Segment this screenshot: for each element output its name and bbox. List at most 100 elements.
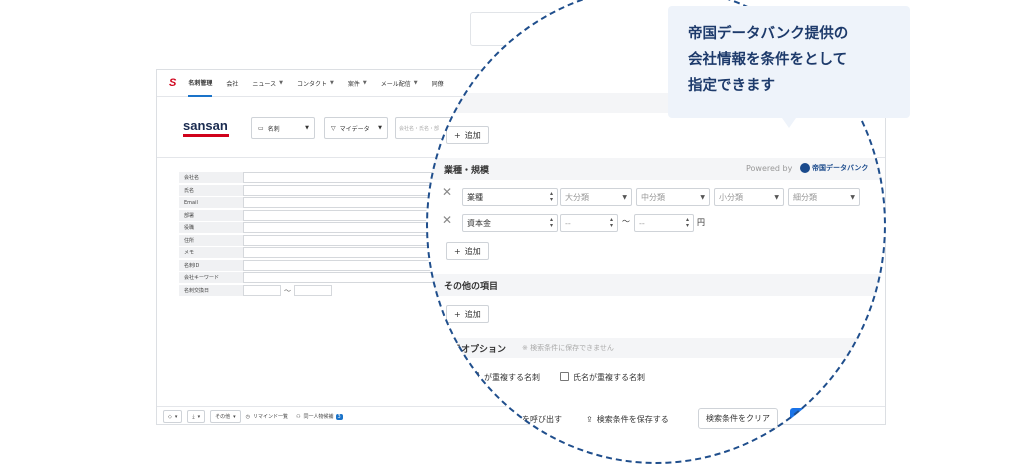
- nav-item-company[interactable]: 会社: [226, 70, 238, 97]
- select-value: 業種: [467, 192, 483, 202]
- nav-item-deals[interactable]: 案件 ▼: [348, 70, 367, 97]
- save-label: 検索条件を保存する: [596, 415, 669, 424]
- caret-down-icon: ▾: [233, 413, 236, 420]
- options-note: ※ 検索条件に保存できません: [522, 344, 614, 352]
- clear-conditions-button[interactable]: 検索条件をクリア: [698, 408, 778, 429]
- capital-min-select[interactable]: -- ▴ ▾: [560, 214, 618, 232]
- close-icon[interactable]: ✕: [442, 213, 452, 227]
- caret-down-icon: ▾: [174, 413, 178, 420]
- add-industry-condition-button[interactable]: + 追加: [446, 242, 489, 260]
- updown-icon: ▴ ▾: [609, 216, 613, 229]
- select-value: 中分類: [641, 192, 665, 202]
- tag-button[interactable]: ◇ ▾: [163, 410, 183, 423]
- chevron-down-icon: ▼: [622, 193, 627, 201]
- range-separator: 〜: [284, 286, 291, 295]
- duplicate-company-checkbox[interactable]: [470, 372, 479, 381]
- select-value: 資本金: [467, 218, 491, 228]
- range-separator: 〜: [622, 217, 630, 226]
- duplicate-name-label: 氏名が重複する名刺: [573, 373, 645, 382]
- middle-class-select[interactable]: 中分類 ▼: [636, 188, 710, 206]
- tdb-logo: 帝国データバンク: [800, 163, 868, 173]
- nav-item-news[interactable]: ニュース ▼: [252, 70, 283, 97]
- tooltip-line: 会社情報を条件をとして: [688, 52, 848, 68]
- save-conditions-button[interactable]: ⇪ 検索条件を保存する: [586, 414, 669, 425]
- search-submit-button[interactable]: [790, 408, 810, 429]
- provider-logo-text: 帝国データバンク: [812, 164, 869, 172]
- field-label: 部署: [179, 209, 243, 222]
- brand-mark[interactable]: S: [169, 77, 176, 89]
- save-icon: ⇪: [586, 415, 593, 424]
- field-label: 住所: [179, 234, 243, 247]
- same-person-link[interactable]: ⚇ 同一人物候補 3: [296, 413, 343, 420]
- card-type-select[interactable]: ▭ 名刺 ▼: [251, 117, 315, 139]
- detail-class-select[interactable]: 細分類 ▼: [788, 188, 860, 206]
- field-label: 会社キーワード: [179, 272, 243, 284]
- select-value: --: [639, 218, 645, 228]
- capital-max-select[interactable]: -- ▴ ▾: [634, 214, 694, 232]
- powered-by-label: Powered by: [746, 164, 793, 173]
- nav-label: ニュース: [252, 80, 277, 88]
- field-label: 名刺交換日: [179, 284, 243, 297]
- minor-class-select[interactable]: 小分類 ▼: [714, 188, 784, 206]
- chevron-down-icon: ▼: [850, 193, 855, 201]
- industry-scale-heading: 業種・規模: [444, 165, 490, 176]
- plus-icon: +: [454, 309, 461, 319]
- card-icon: ▭: [258, 124, 264, 132]
- updown-icon: ▴ ▾: [549, 216, 553, 229]
- other-items-heading: その他の項目: [444, 281, 499, 292]
- major-class-select[interactable]: 大分類 ▼: [560, 188, 632, 206]
- caret-down-icon: ▼: [362, 80, 367, 86]
- select-value: 大分類: [565, 192, 589, 202]
- nav-item-card-management[interactable]: 名刺管理: [188, 70, 213, 97]
- select-value: 細分類: [793, 192, 817, 202]
- select-value: --: [565, 218, 571, 228]
- duplicate-company-label: が重複する名刺: [484, 373, 540, 382]
- download-button[interactable]: ⤓ ▾: [187, 410, 206, 423]
- tooltip-line: 帝国データバンク提供の: [688, 26, 849, 42]
- caret-down-icon: ▾: [197, 413, 201, 420]
- tooltip-line: 指定できます: [688, 78, 775, 94]
- filter-icon: ▽: [331, 124, 336, 132]
- caret-down-icon: ▼: [305, 125, 309, 131]
- add-condition-button[interactable]: + 追加: [446, 126, 489, 144]
- field-label: 会社名: [179, 172, 243, 184]
- exchange-date-range: 〜: [243, 285, 332, 297]
- field-label: 氏名: [179, 184, 243, 197]
- date-from-field[interactable]: [243, 285, 281, 296]
- callout-tooltip: 帝国データバンク提供の 会社情報を条件をとして 指定できます: [668, 6, 910, 118]
- display-options-heading: 示オプション: [452, 344, 507, 355]
- date-to-field[interactable]: [294, 285, 332, 296]
- nav-label: 案件: [347, 80, 360, 88]
- nav-item-contact[interactable]: コンタクト ▼: [297, 70, 334, 97]
- close-icon[interactable]: ✕: [442, 185, 452, 199]
- logo-underline: [183, 134, 229, 137]
- select-value: 小分類: [719, 192, 743, 202]
- add-label: 追加: [464, 130, 481, 140]
- tag-icon: ◇: [168, 413, 172, 420]
- data-filter-select[interactable]: ▽ マイデータ ▼: [324, 117, 388, 139]
- remind-label: リマインド一覧: [253, 414, 289, 420]
- remind-list-link[interactable]: ◷ リマインド一覧: [245, 413, 289, 421]
- load-conditions-link[interactable]: 件を呼び出す: [514, 414, 562, 425]
- caret-down-icon: ▼: [279, 80, 283, 86]
- capital-select[interactable]: 資本金 ▴ ▾: [462, 214, 558, 232]
- card-select-value: 名刺: [267, 125, 280, 133]
- duplicate-name-checkbox[interactable]: [560, 372, 569, 381]
- add-label: 追加: [464, 309, 481, 319]
- updown-icon: ▴ ▾: [685, 216, 689, 229]
- filter-select-value: マイデータ: [339, 125, 370, 133]
- count-badge: 3: [335, 413, 343, 420]
- nav-label: メール配信: [380, 80, 411, 88]
- yen-unit: 円: [697, 218, 705, 227]
- field-label: 役職: [179, 222, 243, 234]
- nav-item-mail[interactable]: メール配信 ▼: [381, 70, 418, 97]
- add-other-condition-button[interactable]: + 追加: [446, 305, 489, 323]
- caret-down-icon: ▼: [413, 80, 418, 86]
- plus-icon: +: [454, 246, 461, 256]
- industry-select[interactable]: 業種 ▴ ▾: [462, 188, 558, 206]
- other-button[interactable]: その他 ▾: [210, 410, 241, 423]
- field-label: Email: [179, 197, 243, 209]
- clock-icon: ◷: [245, 413, 251, 420]
- caret-down-icon: ▼: [329, 80, 334, 86]
- promo-stage: S 名刺管理 会社 ニュース ▼ コンタクト ▼ 案件 ▼ メール配信 ▼ 同僚 san…: [0, 0, 1024, 466]
